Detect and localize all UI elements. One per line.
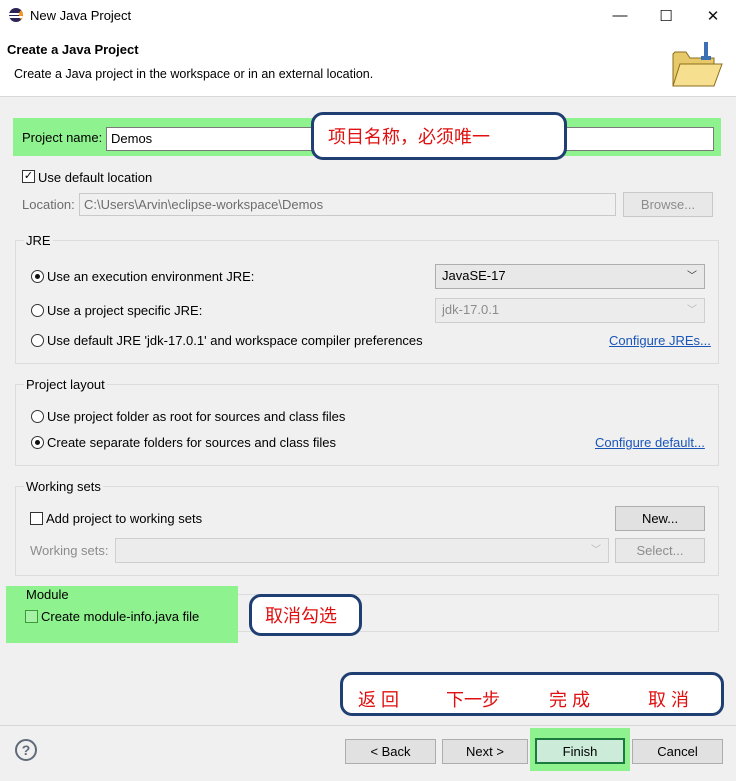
working-sets-label: Working sets: [30, 543, 109, 558]
jre-project-specific-label: Use a project specific JRE: [47, 303, 203, 318]
cancel-button[interactable]: Cancel [632, 739, 723, 764]
java-project-folder-icon [672, 42, 723, 87]
select-working-sets-button[interactable]: Select... [615, 538, 705, 563]
execution-env-select[interactable]: JavaSE-17 ﹀ [435, 264, 705, 289]
working-sets-select[interactable]: ﹀ [115, 538, 609, 563]
configure-default-link[interactable]: Configure default... [595, 435, 705, 450]
jre-group-label: JRE [24, 233, 53, 248]
minimize-button[interactable]: — [597, 0, 643, 31]
layout-separate-folders-radio[interactable] [31, 436, 44, 449]
next-annotation: 下一步 [446, 690, 500, 710]
project-layout-group-label: Project layout [24, 377, 107, 392]
project-name-annotation: 项目名称，必须唯一 [311, 112, 567, 160]
buttons-annotation: 返 回 下一步 完 成 取 消 [340, 672, 724, 716]
jre-execution-env-radio[interactable] [31, 270, 44, 283]
use-default-location-checkbox[interactable]: ✓ [22, 170, 35, 183]
back-button[interactable]: < Back [345, 739, 436, 764]
add-to-working-sets-checkbox[interactable] [30, 512, 43, 525]
close-button[interactable]: ✕ [690, 0, 736, 31]
cancel-annotation: 取 消 [648, 690, 690, 710]
configure-jres-link[interactable]: Configure JREs... [609, 333, 711, 348]
location-input[interactable]: C:\Users\Arvin\eclipse-workspace\Demos [79, 193, 616, 216]
wizard-title: Create a Java Project [7, 42, 139, 57]
module-annotation: 取消勾选 [249, 594, 362, 636]
chevron-down-icon: ﹀ [591, 545, 601, 556]
layout-separate-folders-label: Create separate folders for sources and … [47, 435, 337, 450]
new-working-set-button[interactable]: New... [615, 506, 705, 531]
project-name-label: Project name: [22, 130, 103, 145]
jre-project-specific-radio[interactable] [31, 304, 44, 317]
module-group-label: Module [26, 587, 69, 602]
project-jre-value: jdk-17.0.1 [442, 302, 500, 317]
maximize-button[interactable]: ☐ [643, 0, 689, 31]
help-icon[interactable]: ? [15, 739, 37, 761]
jre-execution-env-label: Use an execution environment JRE: [47, 269, 255, 284]
execution-env-value: JavaSE-17 [442, 268, 506, 283]
jre-default-radio[interactable] [31, 334, 44, 347]
use-default-location-label: Use default location [38, 170, 153, 185]
wizard-header [0, 31, 736, 97]
next-button[interactable]: Next > [442, 739, 528, 764]
chevron-down-icon: ﹀ [687, 271, 697, 282]
wizard-description: Create a Java project in the workspace o… [14, 67, 374, 81]
create-module-info-checkbox[interactable] [25, 610, 38, 623]
window-title: New Java Project [30, 8, 132, 23]
add-to-working-sets-label: Add project to working sets [46, 511, 203, 526]
working-sets-group-label: Working sets [24, 479, 103, 494]
back-annotation: 返 回 [358, 690, 400, 710]
location-label: Location: [22, 197, 75, 212]
eclipse-app-icon [9, 8, 23, 22]
chevron-down-icon: ﹀ [687, 305, 697, 316]
finish-button[interactable]: Finish [535, 738, 625, 764]
layout-root-folder-radio[interactable] [31, 410, 44, 423]
project-jre-select[interactable]: jdk-17.0.1 ﹀ [435, 298, 705, 323]
browse-button[interactable]: Browse... [623, 192, 713, 217]
create-module-info-label: Create module-info.java file [41, 609, 200, 624]
project-layout-group [15, 384, 719, 466]
layout-root-folder-label: Use project folder as root for sources a… [47, 409, 346, 424]
finish-annotation: 完 成 [549, 690, 591, 710]
jre-default-label: Use default JRE 'jdk-17.0.1' and workspa… [47, 333, 423, 348]
